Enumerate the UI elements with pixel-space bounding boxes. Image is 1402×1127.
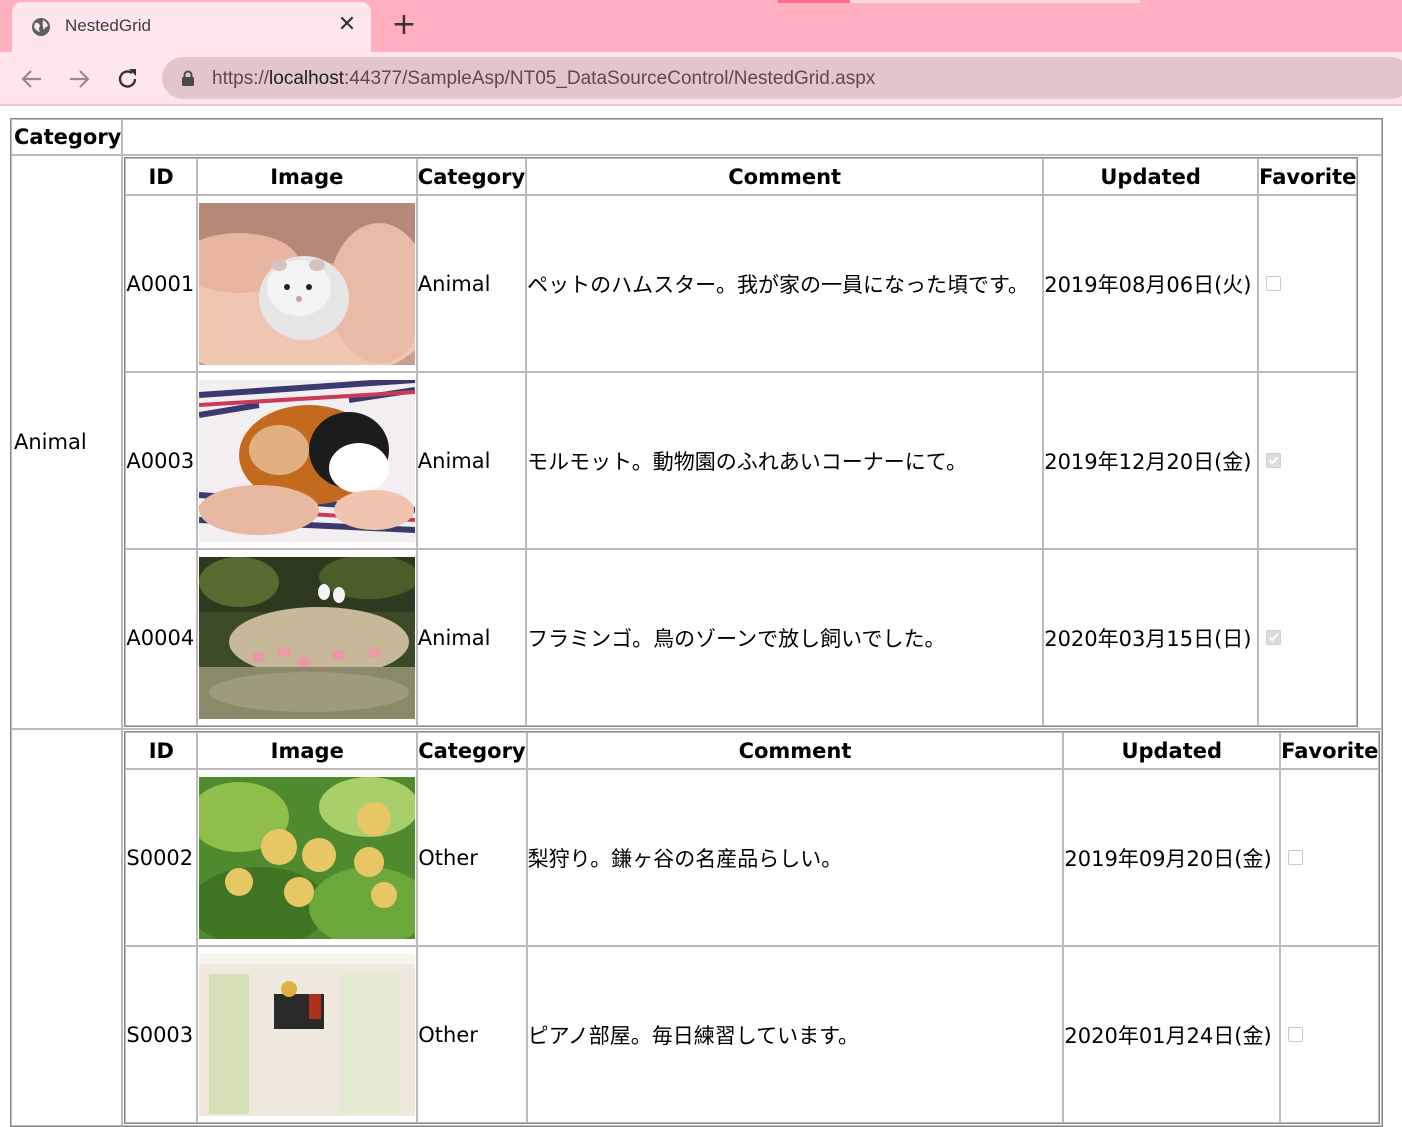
cell-comment: ピアノ部屋。毎日練習しています。 bbox=[526, 946, 1064, 1123]
cell-updated: 2020年01月24日(金) bbox=[1063, 946, 1281, 1123]
inner-grid-cell: ID Image Category Comment Updated Favori… bbox=[122, 155, 1383, 729]
cell-category: Animal bbox=[416, 195, 527, 372]
flamingo-photo bbox=[198, 556, 415, 719]
cell-comment: 梨狩り。鎌ヶ谷の名産品らしい。 bbox=[526, 769, 1064, 946]
cell-image bbox=[196, 195, 417, 372]
inner-header-row: ID Image Category Comment Updated Favori… bbox=[125, 158, 1358, 195]
col-id-header: ID bbox=[125, 158, 197, 195]
cell-id: A0004 bbox=[125, 549, 197, 726]
col-id-header: ID bbox=[125, 732, 198, 769]
cell-updated: 2019年12月20日(金) bbox=[1043, 372, 1259, 549]
reload-icon[interactable] bbox=[115, 66, 141, 92]
cell-comment: モルモット。動物園のふれあいコーナーにて。 bbox=[526, 372, 1044, 549]
table-row: A0001 Animal ペットのハムスター。我が家の一員になった頃です。 20… bbox=[125, 195, 1358, 372]
cell-updated: 2020年03月15日(日) bbox=[1043, 549, 1259, 726]
group-row: Animal ID Image Category Comment Updated… bbox=[11, 155, 1383, 729]
url-scheme: https:// bbox=[212, 68, 270, 89]
cell-comment: ペットのハムスター。我が家の一員になった頃です。 bbox=[526, 195, 1044, 372]
new-tab-button[interactable]: + bbox=[390, 10, 418, 40]
favorite-checkbox[interactable] bbox=[1288, 849, 1304, 865]
inner-grid: ID Image Category Comment Updated Favori… bbox=[124, 731, 1381, 1124]
col-updated-header: Updated bbox=[1063, 732, 1281, 769]
back-arrow-icon[interactable] bbox=[19, 66, 45, 92]
col-image-header: Image bbox=[197, 732, 418, 769]
inner-grid-cell: ID Image Category Comment Updated Favori… bbox=[122, 729, 1383, 1126]
cell-comment: フラミンゴ。鳥のゾーンで放し飼いでした。 bbox=[526, 549, 1044, 726]
cell-updated: 2019年08月06日(火) bbox=[1043, 195, 1259, 372]
table-row: S0002 Other 梨狩り。鎌ヶ谷の名産品らしい。 2019年09月20日(… bbox=[125, 769, 1380, 946]
cell-favorite bbox=[1258, 195, 1358, 372]
inner-header-row: ID Image Category Comment Updated Favori… bbox=[125, 732, 1380, 769]
table-row: A0004 Animal フラミンゴ。鳥のゾーンで放し飼いでした。 2020年0… bbox=[125, 549, 1358, 726]
col-image-header: Image bbox=[196, 158, 417, 195]
col-category-header: Category bbox=[416, 158, 527, 195]
browser-tab-strip: NestedGrid ✕ + bbox=[0, 0, 1402, 52]
cell-id: S0003 bbox=[125, 946, 198, 1123]
address-bar[interactable]: https://localhost:44377/SampleAsp/NT05_D… bbox=[162, 57, 1402, 99]
favorite-checkbox[interactable] bbox=[1266, 275, 1282, 291]
browser-tab[interactable]: NestedGrid ✕ bbox=[12, 2, 371, 52]
hamster-photo bbox=[198, 202, 415, 365]
table-row: S0003 Other ピアノ部屋。毎日練習しています。 2020年01月24日… bbox=[125, 946, 1380, 1123]
loading-track bbox=[850, 0, 1140, 3]
cell-id: S0002 bbox=[125, 769, 198, 946]
cell-image bbox=[196, 549, 417, 726]
toolbar-divider bbox=[0, 104, 1402, 106]
cell-favorite bbox=[1258, 549, 1358, 726]
outer-category-header: Category bbox=[11, 119, 123, 155]
cell-category: Animal bbox=[416, 549, 527, 726]
cell-id: A0003 bbox=[125, 372, 197, 549]
forward-arrow-icon[interactable] bbox=[66, 66, 92, 92]
cell-image bbox=[196, 372, 417, 549]
cell-category: Other bbox=[417, 946, 527, 1123]
outer-header-filler bbox=[122, 119, 1383, 155]
browser-toolbar: https://localhost:44377/SampleAsp/NT05_D… bbox=[0, 52, 1402, 104]
table-row: A0003 Animal モルモット。動物園のふれあいコーナーにて。 2019年… bbox=[125, 372, 1358, 549]
cell-favorite bbox=[1258, 372, 1358, 549]
col-favorite-header: Favorite bbox=[1280, 732, 1380, 769]
group-category bbox=[11, 729, 123, 1126]
col-favorite-header: Favorite bbox=[1258, 158, 1358, 195]
cell-category: Animal bbox=[416, 372, 527, 549]
group-category: Animal bbox=[11, 155, 123, 729]
favorite-checkbox[interactable] bbox=[1288, 1026, 1304, 1042]
outer-grid: Category Animal ID Image Category Commen… bbox=[10, 118, 1384, 1127]
cell-favorite bbox=[1280, 946, 1380, 1123]
group-row: ID Image Category Comment Updated Favori… bbox=[11, 729, 1383, 1126]
page-content: Category Animal ID Image Category Commen… bbox=[10, 118, 1384, 1127]
col-comment-header: Comment bbox=[526, 158, 1044, 195]
pears-photo bbox=[199, 776, 416, 939]
cell-image bbox=[197, 769, 418, 946]
url-path: :44377/SampleAsp/NT05_DataSourceControl/… bbox=[344, 68, 876, 89]
cell-id: A0001 bbox=[125, 195, 197, 372]
url-text[interactable]: https://localhost:44377/SampleAsp/NT05_D… bbox=[212, 68, 875, 90]
col-comment-header: Comment bbox=[526, 732, 1064, 769]
url-host: localhost bbox=[269, 68, 345, 89]
close-tab-icon[interactable]: ✕ bbox=[334, 12, 360, 38]
cell-category: Other bbox=[417, 769, 527, 946]
piano-room-photo bbox=[199, 953, 416, 1116]
guinea-pig-photo bbox=[198, 379, 415, 542]
cell-favorite bbox=[1280, 769, 1380, 946]
tab-title: NestedGrid bbox=[65, 16, 151, 35]
outer-header-row: Category bbox=[11, 119, 1383, 155]
inner-grid: ID Image Category Comment Updated Favori… bbox=[124, 157, 1359, 727]
favorite-checkbox[interactable] bbox=[1266, 452, 1282, 468]
cell-updated: 2019年09月20日(金) bbox=[1063, 769, 1281, 946]
lock-icon[interactable] bbox=[180, 70, 196, 86]
cell-image bbox=[197, 946, 418, 1123]
favorite-checkbox[interactable] bbox=[1266, 629, 1282, 645]
col-updated-header: Updated bbox=[1043, 158, 1259, 195]
globe-icon bbox=[32, 18, 50, 36]
loading-indicator bbox=[778, 0, 850, 3]
col-category-header: Category bbox=[417, 732, 527, 769]
